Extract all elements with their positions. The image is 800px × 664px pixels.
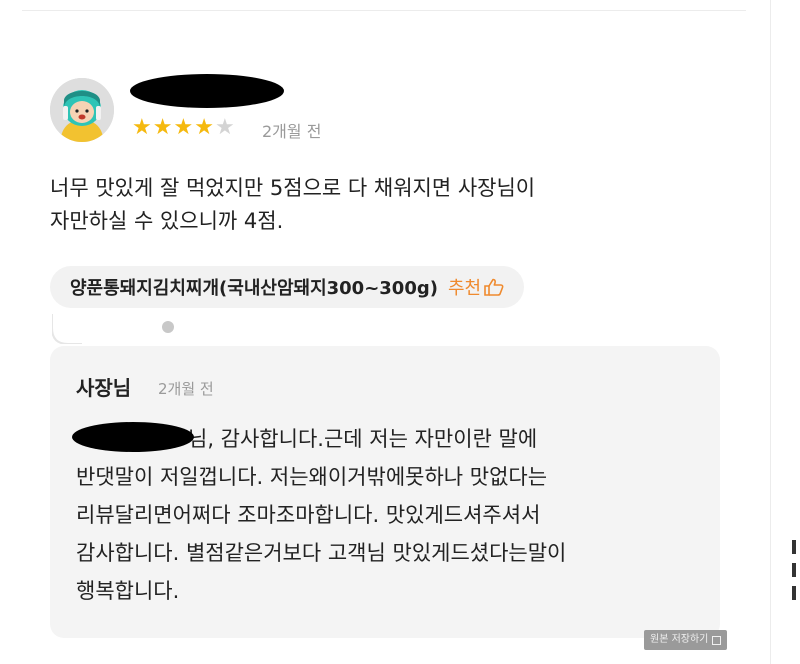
menu-tag[interactable]: 양푼통돼지김치찌개(국내산암돼지300~300g) 추천 [50,266,525,308]
reply-connector [52,314,82,344]
thumbs-up-icon [484,278,504,296]
reply-time: 2개월 전 [158,380,214,398]
reply-line: 행복합니다. [76,579,180,603]
review-time: 2개월 전 [262,122,322,141]
star-icon: ★ [152,115,174,140]
save-icon [712,635,722,645]
reply-line: 반댓말이 저일껍니다. 저는왜이거밖에못하나 맛없다는 [76,465,548,489]
rating-stars: ★★★★★ [132,116,236,140]
redacted-reviewer-name [130,74,284,108]
avatar-character-icon [50,78,114,142]
star-icon: ★ [173,115,195,140]
right-divider [770,0,771,664]
reply-line: 리뷰달리면어쩌다 조마조마합니다. 맛있게드셔주셔서 [76,503,541,527]
reply-author: 사장님 [76,376,132,400]
star-icon: ★ [132,115,153,140]
reply-line: 감사합니다. 별점같은거보다 고객님 맛있게드셨다는말이 [76,541,567,565]
recommend-label: 추천 [447,278,482,299]
redacted-customer-name [72,422,194,452]
edge-mark [792,563,796,577]
menu-name: 양푼통돼지김치찌개(국내산암돼지300~300g) [70,278,438,299]
star-icon: ★ [194,115,215,140]
review-line: 너무 맛있게 잘 먹었지만 5점으로 다 채워지면 사장님이 [50,176,536,200]
save-original-label: 원본 저장하기 [650,634,709,645]
review-line: 자만하실 수 있으니까 4점. [50,209,284,233]
star-icon: ★ [214,115,236,140]
edge-mark [792,586,796,600]
reviewer-avatar[interactable] [50,78,114,142]
review-body: 너무 맛있게 잘 먹었지만 5점으로 다 채워지면 사장님이 자만하실 수 있으… [50,172,670,238]
divider-dot [162,321,174,333]
edge-mark [792,540,796,554]
save-original-button[interactable]: 원본 저장하기 [644,630,728,650]
top-divider [22,10,746,11]
